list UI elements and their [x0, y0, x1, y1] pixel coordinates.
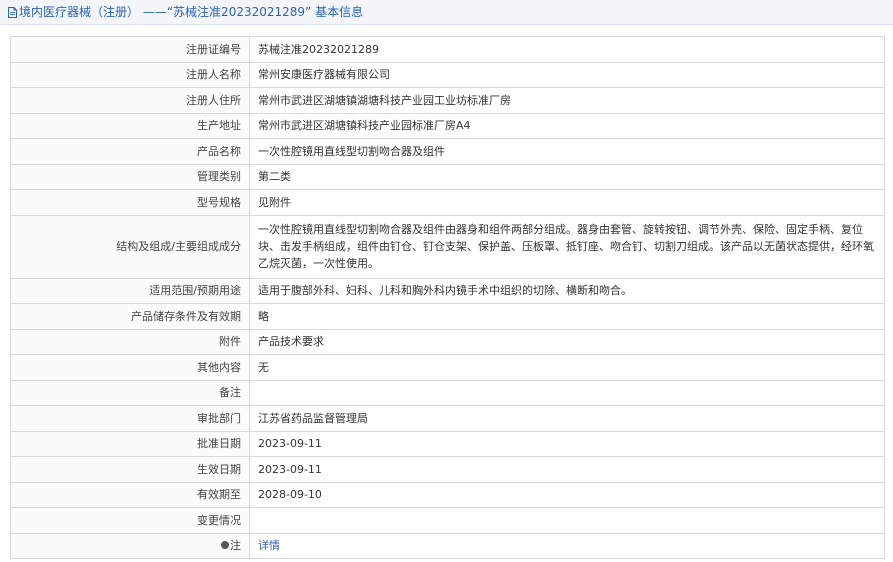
row-label: 变更情况 [10, 507, 250, 534]
row-label: 备注 [10, 379, 250, 406]
row-value: 苏械注准20232021289 [249, 36, 885, 63]
row-label: 其他内容 [10, 354, 250, 381]
row-label: 注册人名称 [10, 61, 250, 88]
row-label: 产品储存条件及有效期 [10, 303, 250, 330]
row-value: 略 [249, 303, 885, 330]
header-suffix: 基本信息 [315, 5, 364, 19]
table-row: 产品名称 一次性腔镜用直线型切割吻合器及组件 [10, 138, 885, 165]
row-value: 江苏省药品监督管理局 [249, 405, 885, 432]
table-row: 附件 产品技术要求 [10, 328, 885, 355]
table-row: 审批部门 江苏省药品监督管理局 [10, 405, 885, 432]
table-row: 有效期至 2028-09-10 [10, 481, 885, 508]
row-value: 第二类 [249, 163, 885, 190]
table-row: 备注 [10, 379, 885, 406]
note-label-cell: 注 [10, 532, 250, 559]
row-value: 常州市武进区湖塘镇科技产业园标准厂房A4 [249, 112, 885, 139]
bulb-icon [221, 541, 229, 550]
table-row: 生产地址 常州市武进区湖塘镇科技产业园标准厂房A4 [10, 112, 885, 139]
table-row: 生效日期 2023-09-11 [10, 456, 885, 483]
table-row: 其他内容 无 [10, 354, 885, 381]
table-row: 适用范围/预期用途 适用于腹部外科、妇科、儿科和胸外科内镜手术中组织的切除、横断… [10, 277, 885, 304]
row-value: 常州市武进区湖塘镇湖塘科技产业园工业坊标准厂房 [249, 87, 885, 114]
table-row: 批准日期 2023-09-11 [10, 430, 885, 457]
row-value: 产品技术要求 [249, 328, 885, 355]
breadcrumb-label: 境内医疗器械（注册） [19, 5, 140, 19]
row-label: 有效期至 [10, 481, 250, 508]
row-value: 2028-09-10 [249, 481, 885, 508]
table-row: 结构及组成/主要组成成分 一次性腔镜用直线型切割吻合器及组件由器身和组件两部分组… [10, 214, 885, 279]
table-row: 注册人住所 常州市武进区湖塘镇湖塘科技产业园工业坊标准厂房 [10, 87, 885, 114]
table-row: 注册人名称 常州安康医疗器械有限公司 [10, 61, 885, 88]
row-value: 2023-09-11 [249, 456, 885, 483]
header-registration-number: “苏械注准20232021289” [166, 5, 312, 19]
row-label: 适用范围/预期用途 [10, 277, 250, 304]
info-table: 注册证编号 苏械注准20232021289 注册人名称 常州安康医疗器械有限公司… [10, 36, 885, 559]
row-label: 批准日期 [10, 430, 250, 457]
row-label: 生产地址 [10, 112, 250, 139]
row-label: 型号规格 [10, 189, 250, 216]
row-value [249, 507, 885, 534]
row-value: 一次性腔镜用直线型切割吻合器及组件由器身和组件两部分组成。器身由套管、旋转按钮、… [249, 214, 885, 279]
row-value: 见附件 [249, 189, 885, 216]
row-value [249, 379, 885, 406]
table-row: 变更情况 [10, 507, 885, 534]
page-header: 境内医疗器械（注册） ——“苏械注准20232021289” 基本信息 [0, 0, 893, 25]
row-label: 附件 [10, 328, 250, 355]
row-value: 一次性腔镜用直线型切割吻合器及组件 [249, 138, 885, 165]
table-row: 管理类别 第二类 [10, 163, 885, 190]
table-row: 注册证编号 苏械注准20232021289 [10, 36, 885, 63]
row-value: 2023-09-11 [249, 430, 885, 457]
header-separator: —— [142, 5, 167, 19]
row-label: 结构及组成/主要组成成分 [10, 214, 250, 279]
row-value: 无 [249, 354, 885, 381]
row-value: 常州安康医疗器械有限公司 [249, 61, 885, 88]
table-row-note: 注 详情 [10, 532, 885, 559]
row-value: 适用于腹部外科、妇科、儿科和胸外科内镜手术中组织的切除、横断和吻合。 [249, 277, 885, 304]
row-label: 注册证编号 [10, 36, 250, 63]
table-row: 型号规格 见附件 [10, 189, 885, 216]
note-value-cell: 详情 [249, 532, 885, 559]
note-label: 注 [230, 539, 241, 553]
row-label: 审批部门 [10, 405, 250, 432]
row-label: 管理类别 [10, 163, 250, 190]
table-row: 产品储存条件及有效期 略 [10, 303, 885, 330]
row-label: 生效日期 [10, 456, 250, 483]
row-label: 注册人住所 [10, 87, 250, 114]
details-link[interactable]: 详情 [258, 539, 280, 552]
row-label: 产品名称 [10, 138, 250, 165]
document-icon [8, 7, 17, 18]
